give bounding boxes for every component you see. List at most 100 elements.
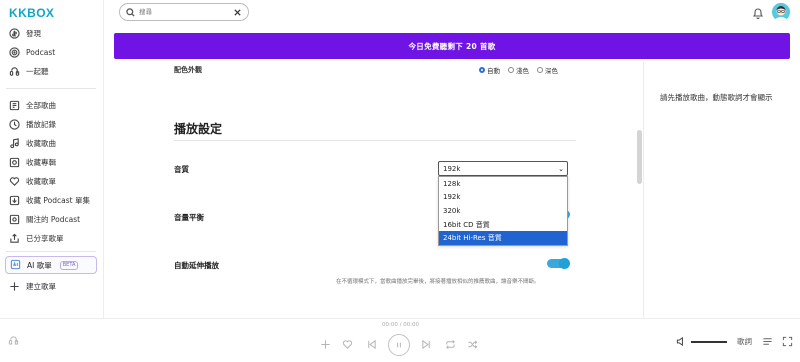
sidebar-item-saved-albums[interactable]: 收藏專輯	[8, 153, 56, 171]
lyrics-button[interactable]: 歌詞	[737, 336, 752, 347]
download-icon	[8, 194, 20, 206]
history-icon	[8, 118, 20, 130]
podcast-icon	[8, 46, 20, 58]
sidebar: KKBOX 發現 Podcast 一起聽 全部歌曲 播放記錄 收藏歌曲 收藏專輯…	[0, 0, 104, 320]
search-icon	[126, 7, 135, 17]
create-playlist-button[interactable]: 建立歌單	[8, 277, 56, 295]
album-icon	[8, 156, 20, 168]
add-icon[interactable]	[320, 339, 331, 350]
heart-icon[interactable]	[342, 339, 353, 350]
settings-panel: 配色外觀 自動 淺色 深色 播放設定 音質 192k ⌄ 128k 192k 3…	[104, 62, 642, 318]
heart-icon	[8, 175, 20, 187]
radio-icon	[479, 67, 485, 73]
sidebar-item-label: 播放記錄	[26, 119, 56, 129]
section-title: 播放設定	[174, 122, 223, 136]
theme-radio-dark[interactable]: 深色	[537, 65, 558, 75]
quality-option-24bit[interactable]: 24bit Hi-Res 音質	[439, 231, 567, 245]
sidebar-item-history[interactable]: 播放記錄	[8, 115, 56, 133]
radio-label: 深色	[545, 67, 558, 75]
next-icon[interactable]	[421, 339, 432, 350]
sidebar-item-saved-playlists[interactable]: 收藏歌單	[8, 172, 56, 190]
radio-icon	[537, 67, 543, 73]
listen-together-icon[interactable]	[8, 335, 19, 346]
sidebar-item-label: 發現	[26, 28, 41, 38]
sidebar-divider	[6, 88, 96, 89]
autoplay-toggle[interactable]	[547, 258, 570, 269]
settings-scrollbar[interactable]	[637, 130, 642, 184]
lyrics-panel: 請先播放歌曲，動態歌詞才會顯示	[643, 62, 800, 318]
search-box[interactable]	[119, 3, 249, 21]
quality-option-320k[interactable]: 320k	[439, 204, 567, 218]
volume-icon[interactable]	[676, 336, 687, 347]
previous-icon[interactable]	[366, 339, 377, 350]
sidebar-item-label: 建立歌單	[26, 281, 56, 291]
sidebar-item-label: AI 歌單	[27, 260, 52, 270]
sidebar-item-label: 收藏歌單	[26, 176, 56, 186]
plus-icon	[8, 280, 20, 292]
quality-select-value: 192k	[443, 164, 461, 173]
sidebar-item-discover[interactable]: 發現	[8, 24, 41, 42]
volume-slider[interactable]	[691, 341, 727, 343]
radio-label: 自動	[487, 67, 500, 75]
clear-search-icon[interactable]	[233, 8, 242, 17]
ai-icon	[10, 259, 22, 271]
top-bar	[104, 0, 800, 28]
kkbox-logo[interactable]: KKBOX	[9, 6, 54, 20]
sidebar-item-label: Podcast	[26, 47, 56, 57]
sidebar-item-label: 關注的 Podcast	[26, 214, 81, 224]
autoplay-hint: 在不循環模式下，當歌曲播放完畢後，將接著播放相似的推薦歌曲，讓音樂不間斷。	[336, 279, 540, 285]
sidebar-item-followed-podcasts[interactable]: 關注的 Podcast	[8, 210, 80, 228]
quality-select[interactable]: 192k ⌄	[438, 161, 568, 176]
sidebar-item-label: 一起聽	[26, 66, 49, 76]
sidebar-item-all-songs[interactable]: 全部歌曲	[8, 96, 56, 114]
sidebar-item-label: 收藏歌曲	[26, 138, 56, 148]
music-note-icon	[8, 137, 20, 149]
shuffle-icon[interactable]	[467, 339, 478, 350]
theme-radio-group: 自動 淺色 深色	[479, 65, 566, 75]
sidebar-item-label: 收藏 Podcast 單集	[26, 195, 90, 205]
autoplay-label: 自動延伸播放	[174, 261, 219, 270]
theme-radio-auto[interactable]: 自動	[479, 65, 500, 75]
play-pause-button[interactable]	[388, 334, 410, 356]
quality-dropdown: 128k 192k 320k 16bit CD 音質 24bit Hi-Res …	[438, 176, 568, 246]
playback-time: 00:00 / 00:00	[382, 322, 420, 328]
quality-option-128k[interactable]: 128k	[439, 177, 567, 191]
expand-icon[interactable]	[782, 336, 793, 347]
beta-badge: BETA	[59, 260, 79, 270]
balance-label: 音量平衡	[174, 213, 204, 222]
sidebar-divider	[6, 251, 96, 252]
listen-together-icon	[8, 65, 20, 77]
sidebar-item-podcast[interactable]: Podcast	[8, 43, 55, 61]
sidebar-item-saved-songs[interactable]: 收藏歌曲	[8, 134, 56, 152]
toggle-knob	[559, 258, 570, 269]
quality-label: 音質	[174, 165, 189, 174]
discover-icon	[8, 27, 20, 39]
repeat-icon[interactable]	[445, 339, 456, 350]
lyrics-message: 請先播放歌曲，動態歌詞才會顯示	[660, 93, 773, 102]
theme-label: 配色外觀	[174, 66, 202, 74]
sidebar-item-shared-playlists[interactable]: 已分享歌單	[8, 229, 64, 247]
radio-label: 淺色	[516, 67, 529, 75]
theme-radio-light[interactable]: 淺色	[508, 65, 529, 75]
section-divider	[174, 140, 576, 141]
all-songs-icon	[8, 99, 20, 111]
sidebar-item-label: 已分享歌單	[26, 233, 64, 243]
quality-option-192k[interactable]: 192k	[439, 191, 567, 205]
sidebar-item-ai-playlist[interactable]: AI 歌單 BETA	[5, 256, 97, 274]
quality-option-16bit[interactable]: 16bit CD 音質	[439, 218, 567, 232]
queue-icon[interactable]	[762, 336, 773, 347]
pause-icon	[397, 342, 401, 348]
bell-icon[interactable]	[752, 5, 764, 20]
avatar[interactable]	[772, 3, 790, 21]
share-icon	[8, 232, 20, 244]
sidebar-item-saved-podcast-episodes[interactable]: 收藏 Podcast 單集	[8, 191, 90, 209]
sidebar-item-listen-together[interactable]: 一起聽	[8, 62, 49, 80]
sidebar-item-label: 全部歌曲	[26, 100, 56, 110]
search-input[interactable]	[139, 8, 229, 16]
follow-podcast-icon	[8, 213, 20, 225]
player-bar: 00:00 / 00:00 歌詞	[0, 318, 800, 362]
radio-icon	[508, 67, 514, 73]
sidebar-item-label: 收藏專輯	[26, 157, 56, 167]
chevron-down-icon: ⌄	[558, 164, 564, 173]
free-listening-banner[interactable]: 今日免費聽剩下 20 首歌	[114, 33, 790, 59]
